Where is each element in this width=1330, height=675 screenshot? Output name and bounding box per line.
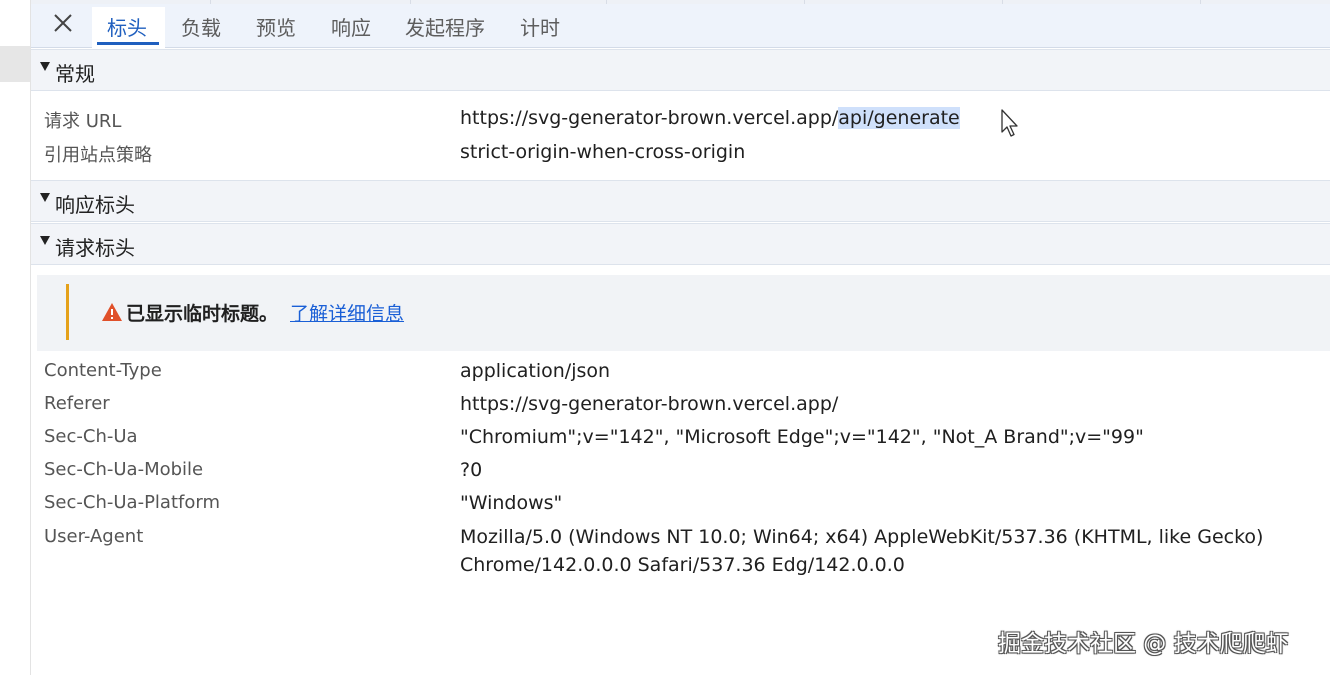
mouse-pointer-icon bbox=[1001, 109, 1018, 137]
tab-timing[interactable]: 计时 bbox=[520, 16, 560, 48]
section-request-headers-header[interactable]: 请求标头 bbox=[31, 223, 1330, 265]
warning-text: 已显示临时标题。 bbox=[126, 303, 279, 325]
header-name: Content-Type bbox=[44, 360, 162, 381]
triangle-down-icon bbox=[40, 62, 50, 71]
triangle-down-icon bbox=[40, 193, 50, 202]
header-name: Sec-Ch-Ua-Platform bbox=[44, 492, 220, 513]
header-value[interactable]: ?0 bbox=[460, 456, 482, 484]
header-value-line1[interactable]: Mozilla/5.0 (Windows NT 10.0; Win64; x64… bbox=[460, 523, 1263, 551]
selected-request-row[interactable] bbox=[0, 46, 30, 82]
header-value[interactable]: application/json bbox=[460, 357, 610, 385]
learn-more-link[interactable]: 了解详细信息 bbox=[290, 299, 404, 326]
request-url-label: 请求 URL bbox=[44, 111, 122, 132]
section-response-headers-header[interactable]: 响应标头 bbox=[31, 180, 1330, 222]
header-name: User-Agent bbox=[44, 526, 144, 547]
warning-icon bbox=[102, 303, 122, 321]
triangle-down-icon bbox=[40, 236, 50, 245]
active-tab-indicator bbox=[97, 42, 159, 45]
tab-preview[interactable]: 预览 bbox=[256, 16, 296, 48]
header-name: Sec-Ch-Ua-Mobile bbox=[44, 459, 204, 480]
section-general-header[interactable]: 常规 bbox=[31, 49, 1330, 91]
request-url-prefix: https://svg-generator-brown.vercel.app/ bbox=[460, 107, 839, 129]
header-name: Sec-Ch-Ua bbox=[44, 426, 138, 447]
watermark: 掘金技术社区 @ 技术爬爬虾 bbox=[998, 631, 1289, 657]
section-general-title: 常规 bbox=[55, 62, 95, 86]
tab-payload[interactable]: 负载 bbox=[181, 16, 221, 48]
referrer-policy-value[interactable]: strict-origin-when-cross-origin bbox=[460, 138, 745, 166]
request-url-selection: api/generate bbox=[838, 107, 960, 129]
provisional-headers-warning: 已显示临时标题。 了解详细信息 bbox=[37, 275, 1330, 351]
header-value-line2[interactable]: Chrome/142.0.0.0 Safari/537.36 Edg/142.0… bbox=[460, 551, 905, 579]
tab-response[interactable]: 响应 bbox=[331, 16, 371, 48]
header-name: Referer bbox=[44, 393, 110, 414]
header-value[interactable]: https://svg-generator-brown.vercel.app/ bbox=[460, 390, 838, 418]
section-response-headers-title: 响应标头 bbox=[55, 193, 135, 217]
warning-accent-bar bbox=[66, 284, 69, 340]
referrer-policy-label: 引用站点策略 bbox=[44, 145, 152, 166]
header-value[interactable]: "Chromium";v="142", "Microsoft Edge";v="… bbox=[460, 423, 1144, 451]
header-value[interactable]: "Windows" bbox=[460, 489, 562, 517]
request-url-value[interactable]: https://svg-generator-brown.vercel.app/a… bbox=[460, 104, 960, 132]
request-list-gutter[interactable] bbox=[0, 0, 31, 675]
close-icon[interactable] bbox=[49, 10, 77, 38]
details-tabbar: 标头 负载 预览 响应 发起程序 计时 bbox=[31, 4, 1330, 48]
section-request-headers-title: 请求标头 bbox=[55, 236, 135, 260]
tab-initiator[interactable]: 发起程序 bbox=[405, 16, 485, 48]
